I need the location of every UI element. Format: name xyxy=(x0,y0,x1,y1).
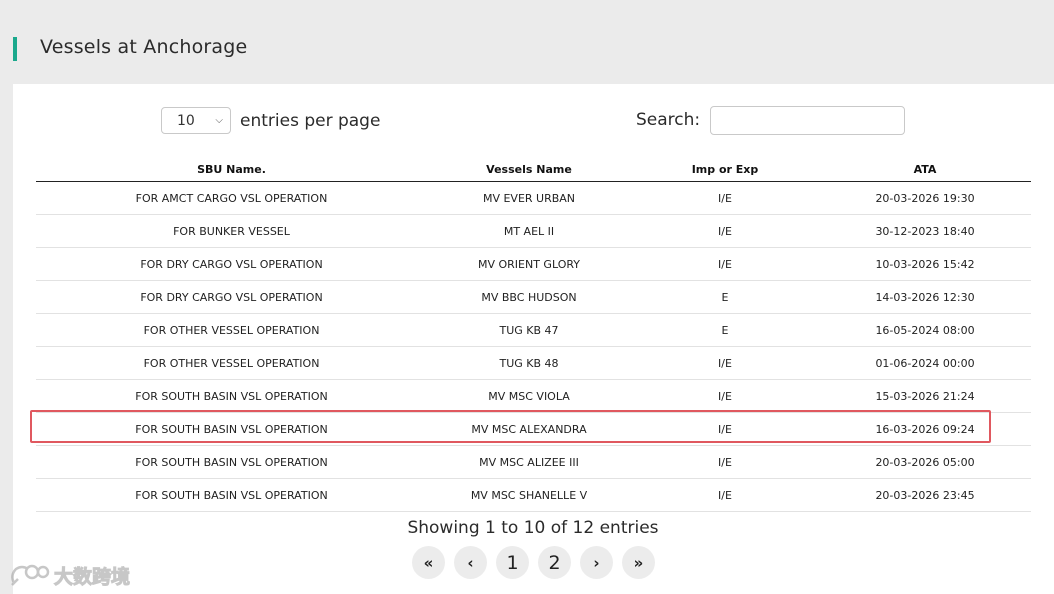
cell-ata: 14-03-2026 12:30 xyxy=(819,280,1031,314)
cell-sbu-name: FOR AMCT CARGO VSL OPERATION xyxy=(36,181,427,215)
cell-sbu-name: FOR SOUTH BASIN VSL OPERATION xyxy=(36,445,427,479)
cell-vessel-name: MV MSC ALEXANDRA xyxy=(427,412,631,446)
page-title: Vessels at Anchorage xyxy=(40,36,248,58)
cell-imp-exp: I/E xyxy=(631,412,819,446)
cell-ata: 16-03-2026 09:24 xyxy=(819,412,1031,446)
table-header-row: SBU Name. Vessels Name Imp or Exp ATA xyxy=(36,158,1031,182)
cell-ata: 10-03-2026 15:42 xyxy=(819,247,1031,281)
column-header-ata[interactable]: ATA xyxy=(819,158,1031,182)
cell-ata: 20-03-2026 19:30 xyxy=(819,181,1031,215)
table-row[interactable]: FOR SOUTH BASIN VSL OPERATION MV MSC ALIZ… xyxy=(36,445,1031,479)
column-header-imp-or-exp[interactable]: Imp or Exp xyxy=(631,158,819,182)
entries-summary: Showing 1 to 10 of 12 entries xyxy=(407,518,659,538)
first-page-button[interactable]: « xyxy=(412,546,445,579)
cell-sbu-name: FOR DRY CARGO VSL OPERATION xyxy=(36,247,427,281)
table-row[interactable]: FOR DRY CARGO VSL OPERATION MV BBC HUDSON… xyxy=(36,280,1031,314)
title-accent-bar xyxy=(13,37,17,61)
cell-vessel-name: MV MSC VIOLA xyxy=(427,379,631,413)
page-size-select[interactable]: 10 ⌵ xyxy=(161,107,231,134)
watermark-text: 大数跨境 xyxy=(53,566,131,589)
chat-bubble-logo-icon xyxy=(11,564,50,586)
cell-ata: 16-05-2024 08:00 xyxy=(819,313,1031,347)
cell-vessel-name: MV ORIENT GLORY xyxy=(427,247,631,281)
entries-per-page-label: entries per page xyxy=(240,110,381,131)
cell-imp-exp: I/E xyxy=(631,247,819,281)
pagination: « ‹ 1 2 › » xyxy=(412,546,655,579)
cell-imp-exp: I/E xyxy=(631,181,819,215)
cell-imp-exp: I/E xyxy=(631,379,819,413)
cell-vessel-name: MV BBC HUDSON xyxy=(427,280,631,314)
column-header-sbu-name[interactable]: SBU Name. xyxy=(36,158,427,182)
page-header: Vessels at Anchorage xyxy=(0,0,1054,84)
cell-sbu-name: FOR SOUTH BASIN VSL OPERATION xyxy=(36,379,427,413)
cell-imp-exp: E xyxy=(631,313,819,347)
next-page-button[interactable]: › xyxy=(580,546,613,579)
cell-sbu-name: FOR SOUTH BASIN VSL OPERATION xyxy=(36,412,427,446)
cell-ata: 30-12-2023 18:40 xyxy=(819,214,1031,248)
cell-ata: 15-03-2026 21:24 xyxy=(819,379,1031,413)
cell-imp-exp: I/E xyxy=(631,478,819,512)
cell-vessel-name: MT AEL II xyxy=(427,214,631,248)
cell-ata: 20-03-2026 05:00 xyxy=(819,445,1031,479)
table-row[interactable]: FOR SOUTH BASIN VSL OPERATION MV MSC VIOL… xyxy=(36,379,1031,413)
table-row[interactable]: FOR AMCT CARGO VSL OPERATION MV EVER URBA… xyxy=(36,181,1031,215)
cell-vessel-name: MV MSC SHANELLE V xyxy=(427,478,631,512)
table-row[interactable]: FOR DRY CARGO VSL OPERATION MV ORIENT GLO… xyxy=(36,247,1031,281)
table-row[interactable]: FOR OTHER VESSEL OPERATION TUG KB 48 I/E 01… xyxy=(36,346,1031,380)
entries-control: 10 ⌵ entries per page xyxy=(161,106,380,135)
table-row[interactable]: FOR OTHER VESSEL OPERATION TUG KB 47 E 16-0… xyxy=(36,313,1031,347)
cell-vessel-name: TUG KB 47 xyxy=(427,313,631,347)
vessels-table: SBU Name. Vessels Name Imp or Exp ATA FO… xyxy=(36,158,1031,512)
cell-vessel-name: TUG KB 48 xyxy=(427,346,631,380)
cell-sbu-name: FOR OTHER VESSEL OPERATION xyxy=(36,346,427,380)
table-row[interactable]: FOR SOUTH BASIN VSL OPERATION MV MSC SHAN… xyxy=(36,478,1031,512)
cell-imp-exp: E xyxy=(631,280,819,314)
cell-ata: 01-06-2024 00:00 xyxy=(819,346,1031,380)
page-1-button[interactable]: 1 xyxy=(496,546,529,579)
search-label: Search: xyxy=(636,110,701,130)
last-page-button[interactable]: » xyxy=(622,546,655,579)
table-body: FOR AMCT CARGO VSL OPERATION MV EVER URBA… xyxy=(36,181,1031,512)
cell-sbu-name: FOR SOUTH BASIN VSL OPERATION xyxy=(36,478,427,512)
search-input[interactable] xyxy=(710,106,905,135)
table-row[interactable]: FOR BUNKER VESSEL MT AEL II I/E 30-12-2023 … xyxy=(36,214,1031,248)
cell-imp-exp: I/E xyxy=(631,445,819,479)
chevron-down-icon: ⌵ xyxy=(215,115,223,126)
cell-vessel-name: MV EVER URBAN xyxy=(427,181,631,215)
previous-page-button[interactable]: ‹ xyxy=(454,546,487,579)
cell-vessel-name: MV MSC ALIZEE III xyxy=(427,445,631,479)
cell-imp-exp: I/E xyxy=(631,346,819,380)
cell-ata: 20-03-2026 23:45 xyxy=(819,478,1031,512)
table-row[interactable]: FOR SOUTH BASIN VSL OPERATION MV MSC ALEX… xyxy=(36,412,1031,446)
cell-sbu-name: FOR OTHER VESSEL OPERATION xyxy=(36,313,427,347)
page-size-value: 10 xyxy=(177,112,195,129)
watermark: 大数跨境 xyxy=(8,562,131,589)
cell-sbu-name: FOR BUNKER VESSEL xyxy=(36,214,427,248)
cell-sbu-name: FOR DRY CARGO VSL OPERATION xyxy=(36,280,427,314)
page-2-button[interactable]: 2 xyxy=(538,546,571,579)
cell-imp-exp: I/E xyxy=(631,214,819,248)
column-header-vessels-name[interactable]: Vessels Name xyxy=(427,158,631,182)
